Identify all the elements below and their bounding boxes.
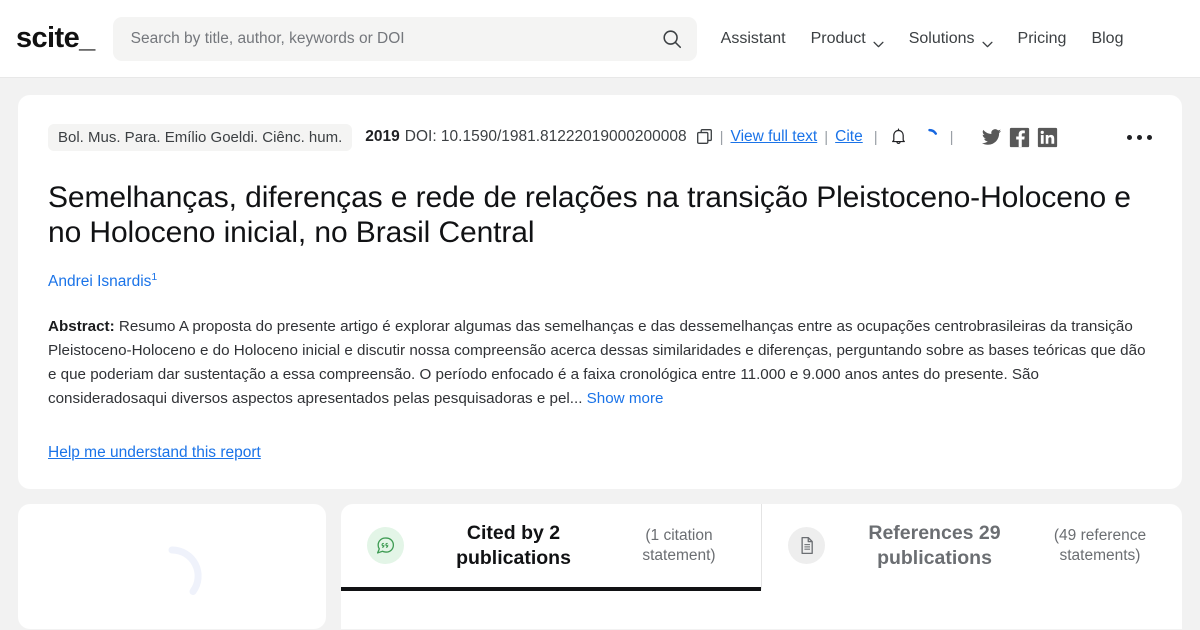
- journal-name-chip: Bol. Mus. Para. Emílio Goeldi. Ciênc. hu…: [48, 123, 353, 151]
- tab-subtitle: (49 reference statements): [1053, 526, 1147, 564]
- chevron-down-icon: [873, 35, 884, 48]
- citation-tabs: Cited by 2 publications (1 citation stat…: [341, 504, 1182, 629]
- search-input[interactable]: [130, 29, 661, 48]
- page-title: Semelhanças, diferenças e rede de relaçõ…: [48, 181, 1131, 250]
- nav-label: Blog: [1091, 29, 1124, 47]
- author-affiliation-marker: 1: [151, 271, 158, 284]
- nav-item-assistant[interactable]: Assistant: [721, 30, 786, 48]
- show-more-link[interactable]: Show more: [587, 390, 664, 407]
- dot: [1137, 134, 1142, 140]
- notification-bell-icon[interactable]: [891, 128, 906, 146]
- author-link[interactable]: Andrei Isnardis1: [48, 271, 158, 291]
- more-options-icon[interactable]: [1107, 134, 1152, 140]
- twitter-icon[interactable]: [981, 127, 1002, 148]
- tab-cited-by[interactable]: Cited by 2 publications (1 citation stat…: [341, 504, 761, 591]
- nav-label: Solutions: [908, 29, 975, 47]
- separator: |: [824, 128, 829, 146]
- facebook-icon[interactable]: [1009, 127, 1030, 148]
- paper-metadata-row: Bol. Mus. Para. Emílio Goeldi. Ciênc. hu…: [48, 123, 1152, 151]
- linkedin-icon[interactable]: [1037, 127, 1058, 148]
- nav-item-solutions[interactable]: Solutions: [909, 30, 993, 48]
- cite-link[interactable]: Cite: [835, 128, 863, 146]
- paper-detail-card: Bol. Mus. Para. Emílio Goeldi. Ciênc. hu…: [18, 95, 1182, 489]
- loading-spinner: [920, 128, 939, 147]
- nav-links: Assistant Product Solutions Pricing Blog: [721, 30, 1123, 48]
- tab-subtitle: (1 citation statement): [642, 526, 716, 564]
- scite-logo[interactable]: scite_: [16, 22, 95, 55]
- social-share-group: [981, 127, 1058, 148]
- dot: [1127, 134, 1132, 140]
- top-navigation-bar: scite_ Assistant Product Solutions Prici…: [0, 0, 1200, 78]
- copy-icon[interactable]: [696, 128, 713, 146]
- nav-item-pricing[interactable]: Pricing: [1018, 30, 1067, 48]
- chevron-down-icon: [981, 35, 993, 48]
- citation-bubble-icon: [367, 527, 404, 564]
- nav-label: Product: [810, 29, 866, 47]
- tab-references[interactable]: References 29 publications (49 reference…: [761, 504, 1182, 591]
- bottom-section: Cited by 2 publications (1 citation stat…: [18, 504, 1182, 629]
- author-list: Andrei Isnardis1: [48, 271, 1152, 291]
- nav-label: Pricing: [1017, 29, 1067, 47]
- separator: |: [949, 128, 954, 146]
- abstract-label: Abstract:: [48, 318, 115, 336]
- nav-item-product[interactable]: Product: [811, 30, 884, 48]
- tab-title: Cited by 2 publications: [456, 521, 571, 569]
- tab-title: References 29 publications: [868, 521, 1001, 569]
- metrics-loading-card: [18, 504, 326, 629]
- loading-spinner: [140, 544, 204, 608]
- nav-label: Assistant: [720, 29, 786, 47]
- help-understand-report-link[interactable]: Help me understand this report: [48, 444, 261, 462]
- document-references-icon: [788, 527, 825, 564]
- search-bar[interactable]: [112, 16, 697, 61]
- separator: |: [873, 128, 878, 146]
- publication-year: 2019: [365, 128, 400, 145]
- doi-text: DOI: 10.1590/1981.81222019000200008: [404, 128, 687, 145]
- author-name: Andrei Isnardis: [48, 273, 152, 291]
- dot: [1147, 134, 1152, 140]
- search-icon[interactable]: [661, 28, 683, 50]
- view-full-text-link[interactable]: View full text: [731, 128, 818, 146]
- nav-item-blog[interactable]: Blog: [1091, 30, 1123, 48]
- separator: |: [719, 128, 724, 146]
- abstract-paragraph: Abstract: Resumo A proposta do presente …: [48, 315, 1152, 410]
